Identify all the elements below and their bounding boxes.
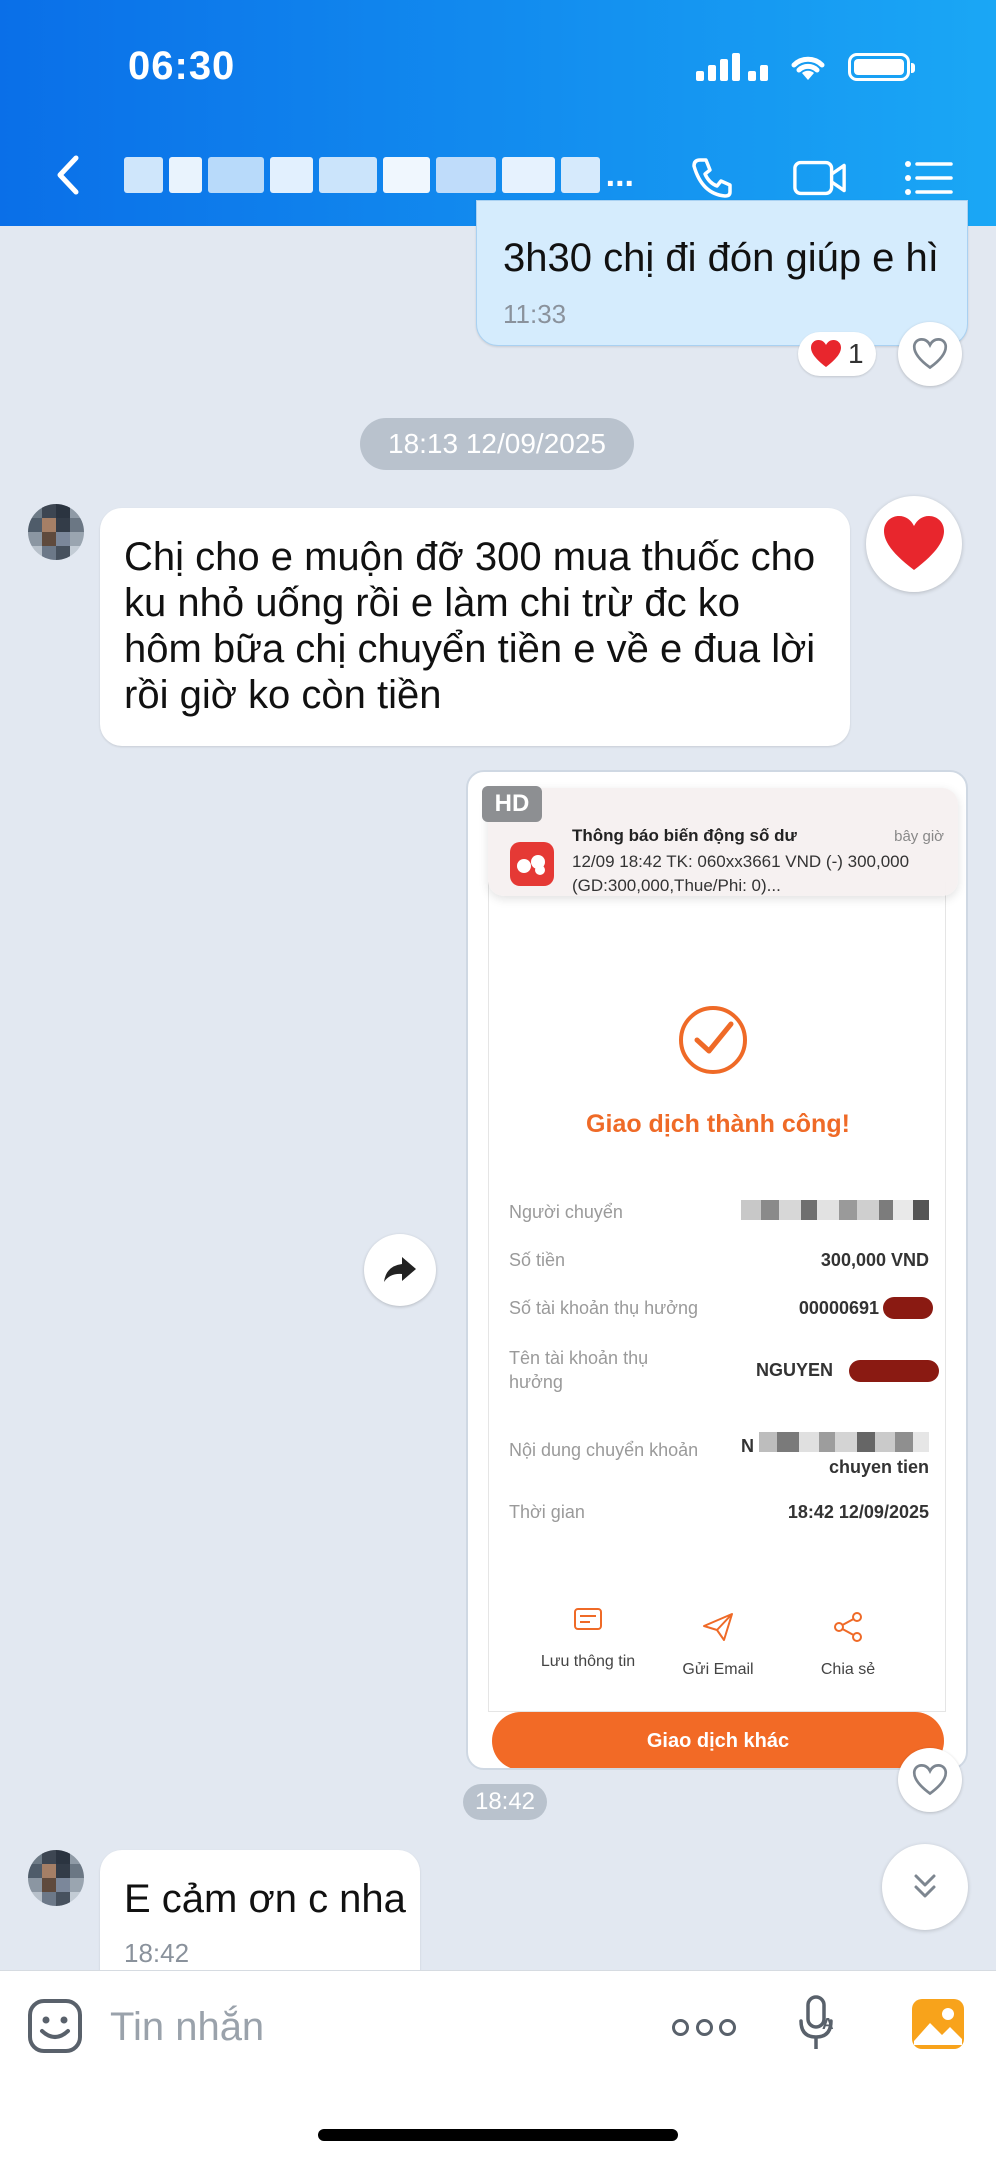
share-action[interactable]: Chia sẻ [793,1610,903,1679]
notification-body: 12/09 18:42 TK: 060xx3661 VND (-) 300,00… [572,852,910,895]
chat-header: 06:30 ... [0,0,996,226]
message-time: 11:33 [503,299,567,329]
message-time: 18:42 [124,1938,190,1968]
dot-icon [695,2018,713,2036]
row-time: Thời gian 18:42 12/09/2025 [509,1502,929,1522]
balance-notification: Thông báo biến động số dư bây giờ 12/09 … [488,788,958,896]
image-time: 18:42 [463,1784,547,1820]
chat-title[interactable]: ... [124,150,634,200]
incoming-message[interactable]: E cảm ơn c nha 18:42 [100,1850,420,1980]
other-transaction-button: Giao dịch khác [492,1712,944,1768]
contact-avatar[interactable] [28,1850,84,1906]
send-email-action[interactable]: Gửi Email [663,1610,773,1679]
phone-icon [692,158,732,198]
forward-button[interactable] [364,1234,436,1306]
row-account-name: Tên tài khoản thụ hưởng NGUYEN [509,1346,939,1394]
save-card-icon [574,1608,602,1630]
reaction-count: 1 [848,338,864,369]
bank-app-icon [510,842,554,886]
notification-title: Thông báo biến động số dư [572,826,797,845]
message-text: E cảm ơn c nha [124,1877,406,1921]
row-sender: Người chuyển [509,1200,929,1225]
sticker-emoji-icon[interactable] [26,1997,84,2055]
list-menu-icon [905,161,953,195]
success-check-icon [679,1006,747,1074]
row-account-number: Số tài khoản thụ hưởng 00000691 [509,1297,933,1319]
video-call-button[interactable] [792,150,848,206]
message-input-bar: A [0,1970,996,2160]
home-indicator [318,2129,678,2141]
notification-time: bây giờ [894,828,944,845]
forward-arrow-icon [384,1257,416,1282]
cellular-signal-icon [696,53,768,81]
outgoing-message[interactable]: 3h30 chị đi đón giúp e hì 11:33 [476,200,968,346]
heart-outline-icon [912,338,948,370]
share-icon [834,1612,862,1642]
more-options-button[interactable] [672,2007,736,2047]
redaction-mark [883,1297,933,1319]
dot-icon [719,2018,736,2036]
sender-value-redacted [741,1200,929,1225]
double-chevron-down-icon [914,1874,936,1898]
video-call-icon [793,160,846,196]
red-heart-icon [811,340,841,367]
chat-menu-button[interactable] [900,150,956,206]
reaction-badge[interactable]: 1 [798,332,876,376]
redaction-mark [849,1360,939,1382]
red-heart-icon [884,516,944,570]
battery-icon [848,53,915,81]
contact-avatar[interactable] [28,504,84,560]
voice-to-text-icon[interactable]: A [796,1993,840,2055]
save-info-action[interactable]: Lưu thông tin [533,1602,643,1671]
row-transfer-content: Nội dung chuyển khoản N chuyen tien [509,1432,929,1477]
reaction-heart[interactable] [866,496,962,592]
incoming-message[interactable]: Chị cho e muộn đỡ 300 mua thuốc cho ku n… [100,508,850,746]
hd-badge: HD [482,786,542,822]
receipt-card: Giao dịch thành công! Người chuyển Số ti… [488,882,946,1712]
date-separator: 18:13 12/09/2025 [360,418,634,470]
success-title: Giao dịch thành công! [586,1110,850,1138]
svg-text:A: A [822,2016,834,2033]
heart-outline-icon [912,1764,948,1796]
scroll-to-bottom-button[interactable] [882,1844,968,1930]
receipt-actions: Lưu thông tin Gửi Email Chia sẻ [489,1602,947,1722]
wifi-icon [791,56,825,80]
paper-plane-icon [703,1613,733,1641]
row-amount: Số tiền 300,000 VND [509,1250,929,1270]
status-icons [696,52,915,82]
image-message-receipt[interactable]: Giao dịch thành công! Người chuyển Số ti… [466,770,968,1770]
header-actions [684,150,956,206]
dot-icon [672,2018,689,2036]
back-arrow-icon[interactable] [48,150,88,200]
react-button[interactable] [898,1748,962,1812]
phone-call-button[interactable] [684,150,740,206]
photo-gallery-icon[interactable] [910,1997,966,2051]
message-input[interactable] [110,1997,630,2057]
message-text: 3h30 chị đi đón giúp e hì [503,236,939,280]
status-time: 06:30 [128,44,236,88]
message-text: Chị cho e muộn đỡ 300 mua thuốc cho ku n… [124,535,816,717]
react-button[interactable] [898,322,962,386]
